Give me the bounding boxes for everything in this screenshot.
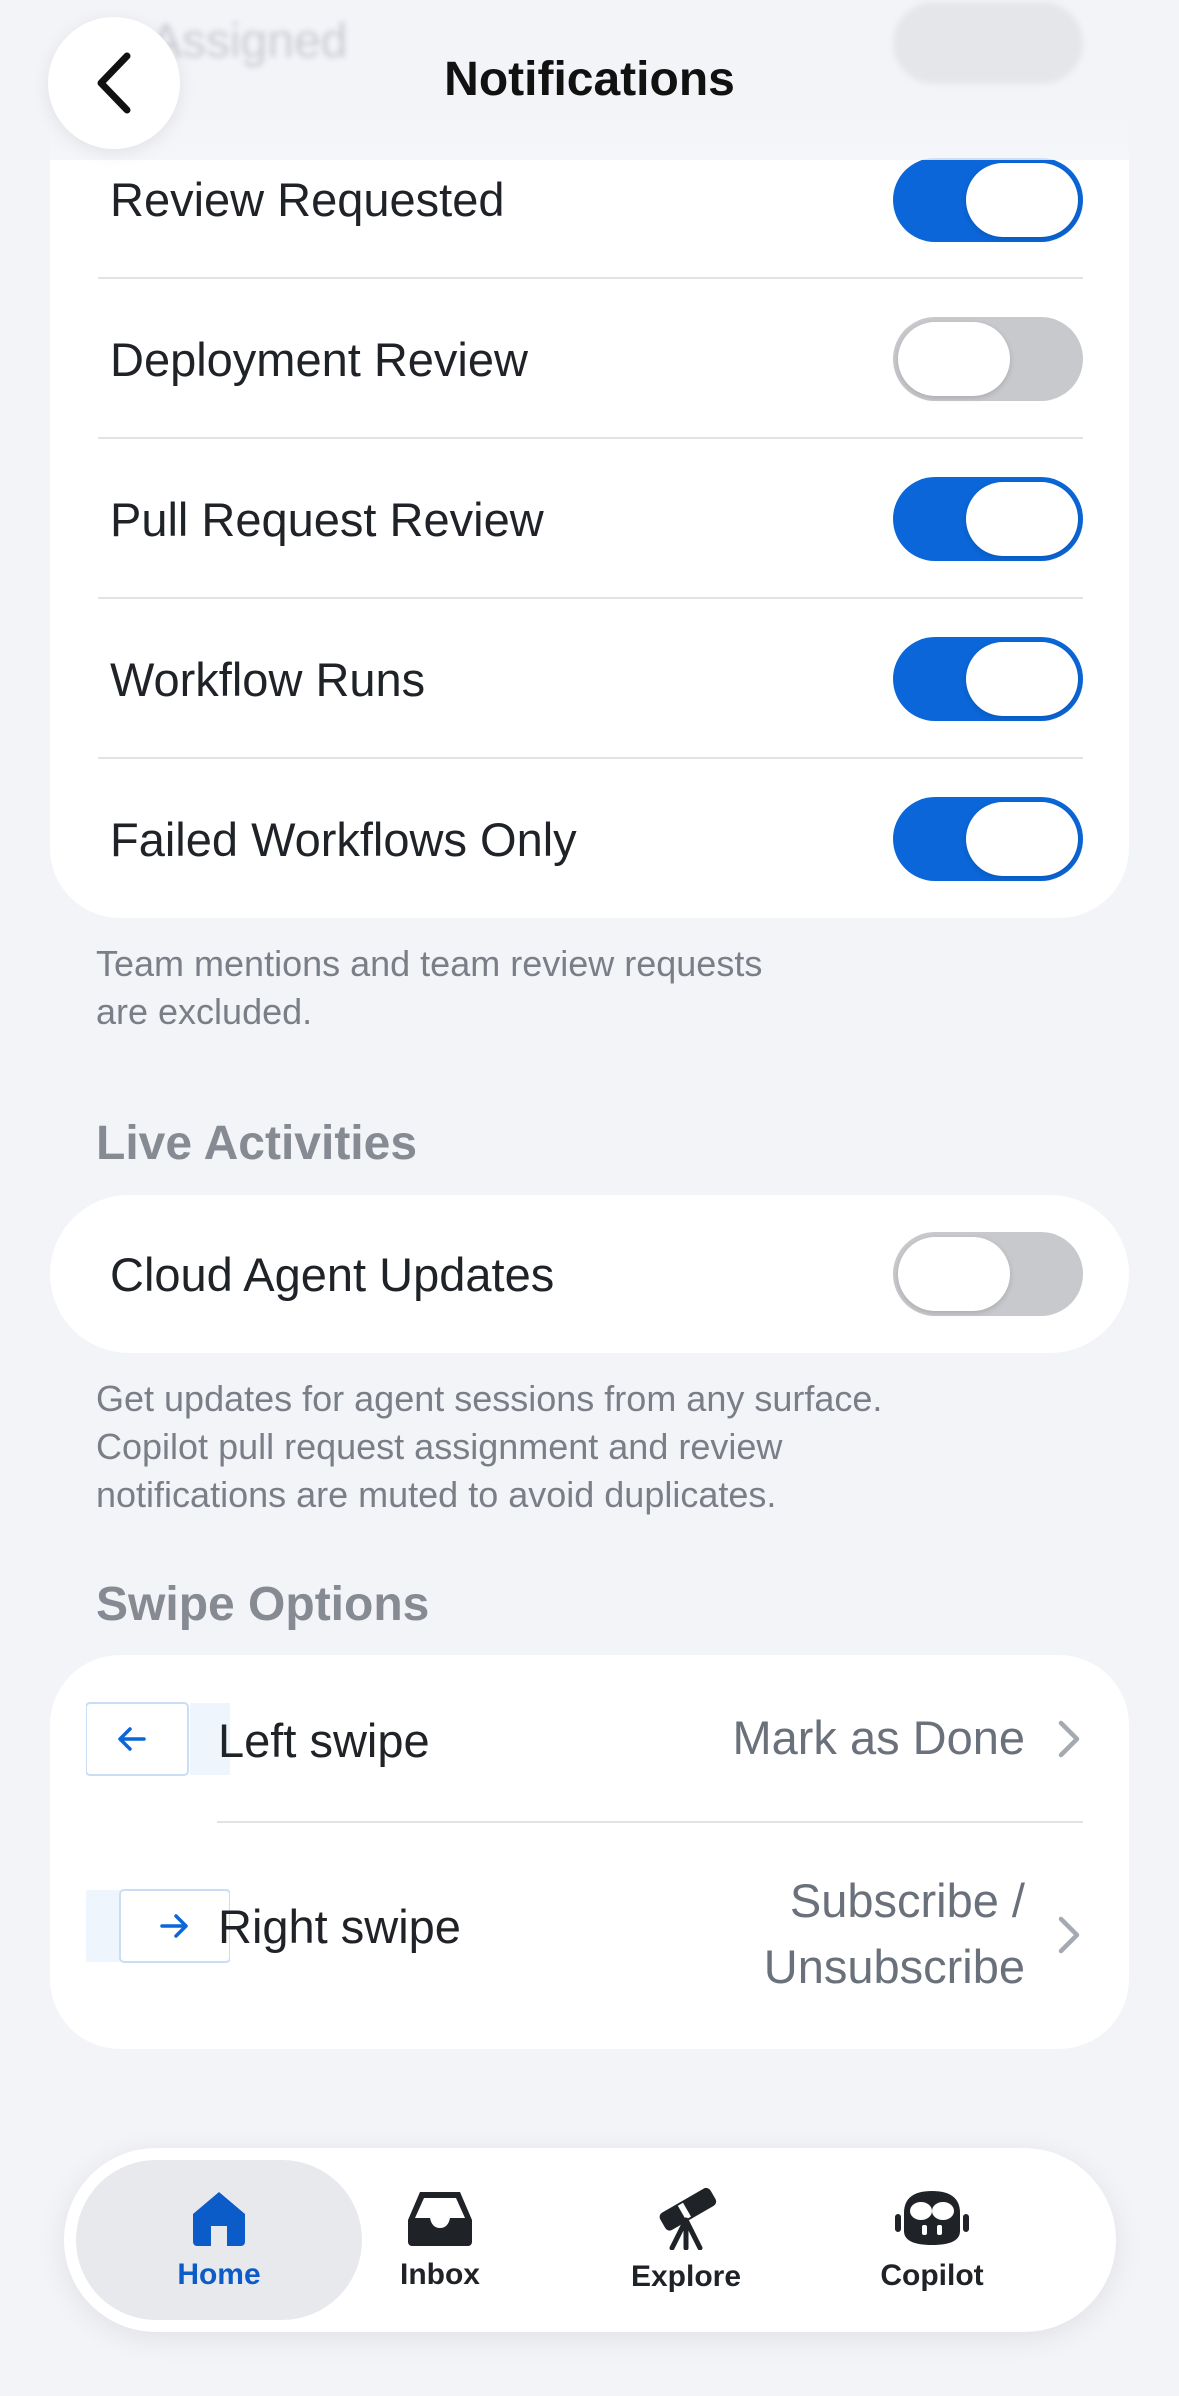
arrow-right-icon	[86, 1889, 230, 1963]
notifications-screen: Assigned Notifications Review Requested …	[0, 0, 1179, 2396]
tab-inbox[interactable]: Inbox	[320, 2160, 560, 2320]
chevron-right-icon	[1058, 1916, 1080, 1954]
notification-settings-card: Review Requested Deployment Review Pull …	[50, 120, 1129, 918]
notification-footnote: Team mentions and team review requests a…	[96, 943, 763, 1032]
deployment-review-toggle[interactable]	[893, 317, 1083, 401]
row-label: Deployment Review	[110, 332, 528, 386]
left-swipe-preview	[86, 1702, 230, 1776]
tab-copilot[interactable]: Copilot	[812, 2160, 1052, 2320]
row-label: Failed Workflows Only	[110, 812, 577, 866]
row-pull-request-review: Pull Request Review	[50, 439, 1129, 599]
telescope-icon	[659, 2187, 717, 2250]
header: Assigned Notifications	[0, 0, 1179, 160]
chevron-right-icon	[1058, 1720, 1080, 1758]
live-activities-card: Cloud Agent Updates	[50, 1195, 1129, 1353]
row-label: Pull Request Review	[110, 492, 544, 546]
left-swipe-value: Mark as Done	[732, 1711, 1025, 1764]
row-label: Workflow Runs	[110, 652, 426, 706]
arrow-left-icon	[86, 1702, 230, 1776]
row-label: Review Requested	[110, 173, 505, 226]
section-title-live-activities: Live Activities	[96, 1117, 418, 1170]
row-label: Cloud Agent Updates	[110, 1247, 555, 1301]
pull-request-review-toggle[interactable]	[893, 477, 1083, 561]
right-swipe-row[interactable]: Right swipe Subscribe / Unsubscribe	[50, 1823, 1129, 2049]
left-swipe-row[interactable]: Left swipe Mark as Done	[50, 1655, 1129, 1823]
tab-bar: Home Inbox Explore Copilot	[64, 2148, 1116, 2332]
workflow-runs-toggle[interactable]	[893, 637, 1083, 721]
inbox-icon	[408, 2192, 472, 2246]
home-icon	[193, 2192, 245, 2246]
tab-explore[interactable]: Explore	[566, 2160, 806, 2320]
review-requested-toggle[interactable]	[893, 158, 1083, 242]
row-cloud-agent-updates: Cloud Agent Updates	[50, 1195, 1129, 1353]
section-title-swipe-options: Swipe Options	[96, 1578, 430, 1631]
right-swipe-label: Right swipe	[218, 1900, 461, 1953]
row-deployment-review: Deployment Review	[50, 279, 1129, 439]
cloud-agent-updates-toggle[interactable]	[893, 1232, 1083, 1316]
live-activities-footnote: Get updates for agent sessions from any …	[96, 1378, 883, 1515]
failed-workflows-only-toggle[interactable]	[893, 797, 1083, 881]
row-failed-workflows-only: Failed Workflows Only	[50, 759, 1129, 919]
row-workflow-runs: Workflow Runs	[50, 599, 1129, 759]
copilot-icon	[895, 2191, 969, 2245]
right-swipe-value: Subscribe / Unsubscribe	[763, 1874, 1025, 1993]
page-title: Notifications	[444, 53, 735, 106]
swipe-options-card: Left swipe Mark as Done Right swipe Subs…	[50, 1655, 1129, 2049]
right-swipe-preview	[86, 1889, 230, 1963]
left-swipe-label: Left swipe	[218, 1714, 430, 1767]
